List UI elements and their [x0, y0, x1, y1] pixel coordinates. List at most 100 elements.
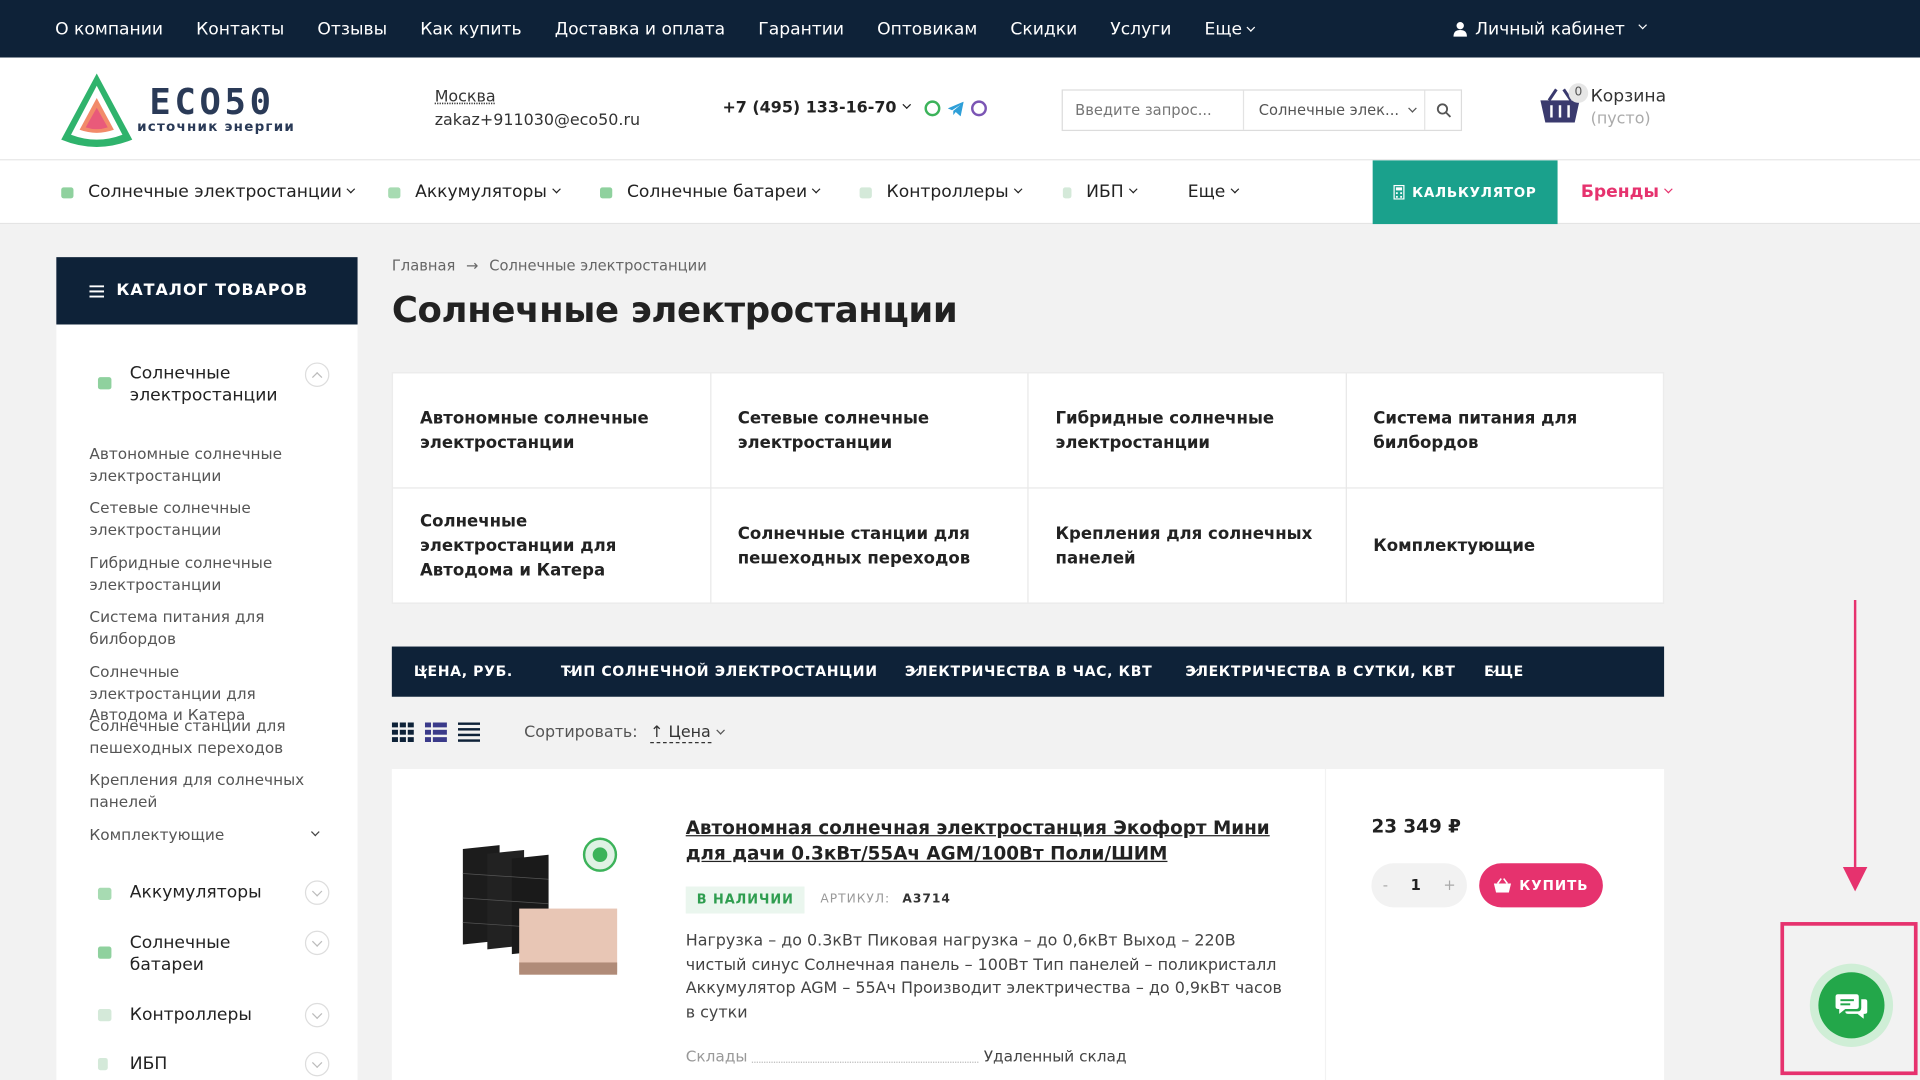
topnav-discounts[interactable]: Скидки [1010, 19, 1077, 39]
chevron-down-icon [1013, 184, 1023, 193]
buy-button[interactable]: КУПИТЬ [1479, 863, 1603, 908]
table-view-icon[interactable] [457, 722, 481, 742]
topnav-services[interactable]: Услуги [1110, 19, 1171, 39]
logo[interactable]: ECO50 источник энергии [56, 69, 295, 150]
topnav-wholesale[interactable]: Оптовикам [877, 19, 977, 39]
email-link[interactable]: zakaz+911030@eco50.ru [435, 109, 640, 132]
chevron-down-icon [1407, 104, 1417, 113]
topnav-more-label: Еще [1204, 18, 1243, 39]
sidebar-item-controllers[interactable]: Контроллеры [130, 1004, 252, 1026]
sort-select[interactable]: ↑ Цена [650, 723, 711, 744]
breadcrumb-home[interactable]: Главная [392, 257, 455, 274]
topnav-how-to-buy[interactable]: Как купить [420, 19, 521, 39]
product-description: Нагрузка – до 0.3кВт Пиковая нагрузка – … [685, 931, 1282, 1022]
topnav-warranty[interactable]: Гарантии [758, 19, 844, 39]
sidebar-subitem[interactable]: Солнечные станции для пешеходных переход… [89, 715, 309, 758]
catalog-sidebar-header[interactable]: КАТАЛОГ ТОВАРОВ [56, 257, 358, 325]
controller-icon [97, 1008, 112, 1022]
annotation-arrow-head [1842, 866, 1868, 892]
menu-solar-panels[interactable]: Солнечные батареи [600, 160, 821, 224]
menu-label: Контроллеры [886, 182, 1009, 203]
expand-toggle[interactable] [304, 1051, 330, 1077]
article-number: АРТИКУЛ: А3714 [820, 887, 950, 914]
qty-value[interactable]: 1 [1411, 877, 1421, 894]
menu-controllers[interactable]: Контроллеры [859, 160, 1023, 224]
menu-solar-stations[interactable]: Солнечные электростанции [61, 160, 356, 224]
sidebar-item-ups[interactable]: ИБП [130, 1053, 167, 1075]
sidebar-subitem[interactable]: Гибридные солнечные электростанции [89, 552, 309, 595]
qty-increase-button[interactable]: + [1443, 877, 1455, 894]
telegram-icon[interactable] [947, 101, 964, 116]
expand-toggle[interactable] [304, 930, 330, 956]
brands-menu[interactable]: Бренды [1581, 160, 1673, 224]
sidebar-item-solar-stations[interactable]: Солнечные электростанции [130, 362, 301, 406]
filter-label: ТИП СОЛНЕЧНОЙ ЭЛЕКТРОСТАНЦИИ [560, 662, 878, 680]
expand-toggle[interactable] [304, 1002, 330, 1028]
city-selector[interactable]: Москва [435, 86, 640, 109]
search-input[interactable] [1062, 90, 1245, 130]
cart-count-badge: 0 [1568, 83, 1589, 103]
filter-more[interactable]: ЕЩЕ [1484, 647, 1523, 697]
warehouse-value[interactable]: Удаленный склад [984, 1047, 1127, 1065]
expand-toggle[interactable] [304, 880, 330, 905]
viber-icon[interactable] [971, 100, 988, 117]
account-link[interactable]: Личный кабинет [1453, 0, 1647, 58]
filter-kw-per-day[interactable]: ЭЛЕКТРИЧЕСТВА В СУТКИ, КВТ [1185, 647, 1454, 697]
chat-button-inner [1818, 972, 1885, 1039]
sidebar-subitem[interactable]: Сетевые солнечные электростанции [89, 497, 309, 540]
sidebar-subitem[interactable]: Автономные солнечные электростанции [89, 443, 309, 486]
topnav-delivery[interactable]: Доставка и оплата [555, 19, 725, 39]
subcategory-grid: Автономные солнечные электростанции Сете… [391, 372, 1665, 604]
filter-price[interactable]: ЦЕНА, РУБ. [414, 647, 512, 697]
subcategory-tile[interactable]: Гибридные солнечные электростанции [1028, 373, 1346, 488]
topnav-more[interactable]: Еще [1204, 18, 1256, 39]
cart[interactable]: 0 Корзина (пусто) [1539, 83, 1666, 129]
grid-view-icon[interactable] [391, 722, 414, 743]
chat-widget-button[interactable] [1809, 963, 1894, 1047]
sort-control: Сортировать: ↑ Цена [524, 723, 725, 744]
annotation-arrow-line [1853, 600, 1857, 870]
qty-decrease-button[interactable]: - [1383, 877, 1388, 894]
menu-ups[interactable]: ИБП [1062, 160, 1138, 224]
filter-kw-per-hour[interactable]: ЭЛЕКТРИЧЕСТВА В ЧАС, КВТ [905, 647, 1152, 697]
sidebar-item-solar-panels[interactable]: Солнечные батареи [130, 932, 252, 976]
sidebar-subitem[interactable]: Крепления для солнечных панелей [89, 769, 309, 812]
product-title-link[interactable]: Автономная солнечная электростанция Экоф… [686, 816, 1274, 867]
sidebar-item-batteries[interactable]: Аккумуляторы [130, 882, 262, 904]
warehouse-label: Склады [685, 1046, 748, 1066]
subcategory-tile[interactable]: Крепления для солнечных панелей [1028, 488, 1346, 603]
page: О компании Контакты Отзывы Как купить До… [0, 0, 1920, 1080]
filter-station-type[interactable]: ТИП СОЛНЕЧНОЙ ЭЛЕКТРОСТАНЦИИ [561, 647, 877, 697]
menu-batteries[interactable]: Аккумуляторы [388, 160, 561, 224]
chevron-down-icon[interactable] [310, 827, 320, 837]
article-value: А3714 [902, 892, 951, 907]
subcategory-tile[interactable]: Система питания для билбордов [1346, 373, 1663, 488]
subcategory-tile[interactable]: Комплектующие [1346, 488, 1663, 603]
subcategory-tile[interactable]: Солнечные станции для пешеходных переход… [710, 488, 1028, 603]
product-image[interactable] [456, 825, 640, 984]
collapse-toggle[interactable] [304, 362, 330, 387]
breadcrumb-current: Солнечные электростанции [489, 257, 707, 275]
cart-status: (пусто) [1590, 110, 1651, 129]
subcategory-tile[interactable]: Сетевые солнечные электростанции [710, 373, 1028, 488]
search-button[interactable] [1424, 90, 1461, 130]
battery-icon [388, 186, 401, 198]
search-category-select[interactable]: Солнечные элек... [1244, 91, 1424, 130]
topnav-contacts[interactable]: Контакты [196, 19, 284, 39]
topnav-reviews[interactable]: Отзывы [317, 19, 387, 39]
chevron-down-icon[interactable] [902, 100, 912, 110]
phone-number[interactable]: +7 (495) 133-16-70 [722, 99, 896, 117]
search-category-value: Солнечные элек... [1258, 101, 1400, 119]
subcategory-tile[interactable]: Автономные солнечные электростанции [393, 373, 710, 488]
search-bar: Солнечные элек... [1061, 89, 1463, 132]
subcategory-tile[interactable]: Солнечные электростанции для Автодома и … [393, 488, 710, 603]
menu-more[interactable]: Еще [1188, 160, 1239, 224]
top-nav: О компании Контакты Отзывы Как купить До… [55, 0, 1256, 58]
calculator-button[interactable]: КАЛЬКУЛЯТОР [1372, 160, 1558, 225]
list-view-icon[interactable] [424, 722, 447, 743]
whatsapp-icon[interactable] [924, 100, 941, 117]
topnav-about[interactable]: О компании [55, 19, 163, 39]
sidebar-subitem-accessories[interactable]: Комплектующие [89, 824, 309, 845]
account-label: Личный кабинет [1475, 18, 1625, 39]
sidebar-subitem[interactable]: Система питания для билбордов [89, 606, 309, 649]
